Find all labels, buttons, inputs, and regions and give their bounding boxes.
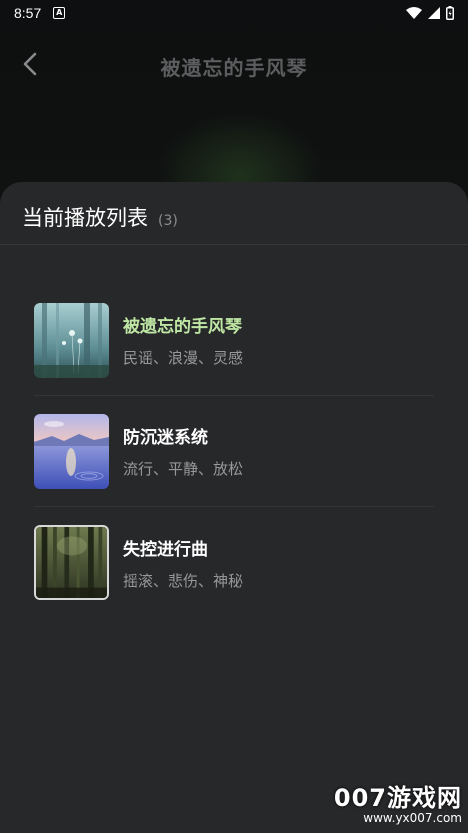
a-icon: A [53,7,66,19]
song-tags: 摇滚、悲伤、神秘 [123,571,244,590]
page-title: 被遗忘的手风琴 [160,56,308,80]
status-time: 8:57 [14,5,42,21]
song-title: 防沉迷系统 [123,428,208,448]
battery-icon [446,6,454,20]
signal-icon [428,7,440,19]
song-info: 失控进行曲 摇滚、悲伤、神秘 [123,535,243,591]
song-thumbnail [34,302,109,378]
watermark-main: 007游戏网 [333,784,462,812]
playlist-title: 当前播放列表 [22,206,148,230]
playlist-header: 当前播放列表 (3) [0,182,468,245]
song-title: 被遗忘的手风琴 [123,317,242,337]
watermark-sub: www.yx007.com [363,811,462,825]
song-tags: 民谣、浪漫、灵感 [123,349,244,367]
playlist-count: (3) [158,213,178,229]
song-tags: 流行、平静、放松 [123,460,244,478]
playlist-item[interactable]: 防沉迷系统 流行、平静、放松 [34,396,434,507]
song-thumbnail [34,413,109,489]
song-info: 被遗忘的手风琴 民谣、浪漫、灵感 [123,312,243,368]
playlist-sheet: 当前播放列表 (3) 被遗忘的手风琴 民谣、浪漫、灵感 防沉迷系统 流行、平静、… [0,182,468,833]
status-bar: 8:57 A [0,0,468,26]
header: 被遗忘的手风琴 [0,40,468,90]
song-title: 失控进行曲 [123,539,208,560]
playlist-list: 被遗忘的手风琴 民谣、浪漫、灵感 防沉迷系统 流行、平静、放松 失控进行曲 摇滚… [0,285,468,618]
song-thumbnail [34,525,109,600]
watermark: 007游戏网 www.yx007.com [334,778,462,825]
wifi-icon [406,7,422,19]
song-info: 防沉迷系统 流行、平静、放松 [123,423,243,479]
status-icons [406,6,454,20]
playlist-item[interactable]: 失控进行曲 摇滚、悲伤、神秘 [34,507,434,618]
playlist-item[interactable]: 被遗忘的手风琴 民谣、浪漫、灵感 [34,285,434,396]
